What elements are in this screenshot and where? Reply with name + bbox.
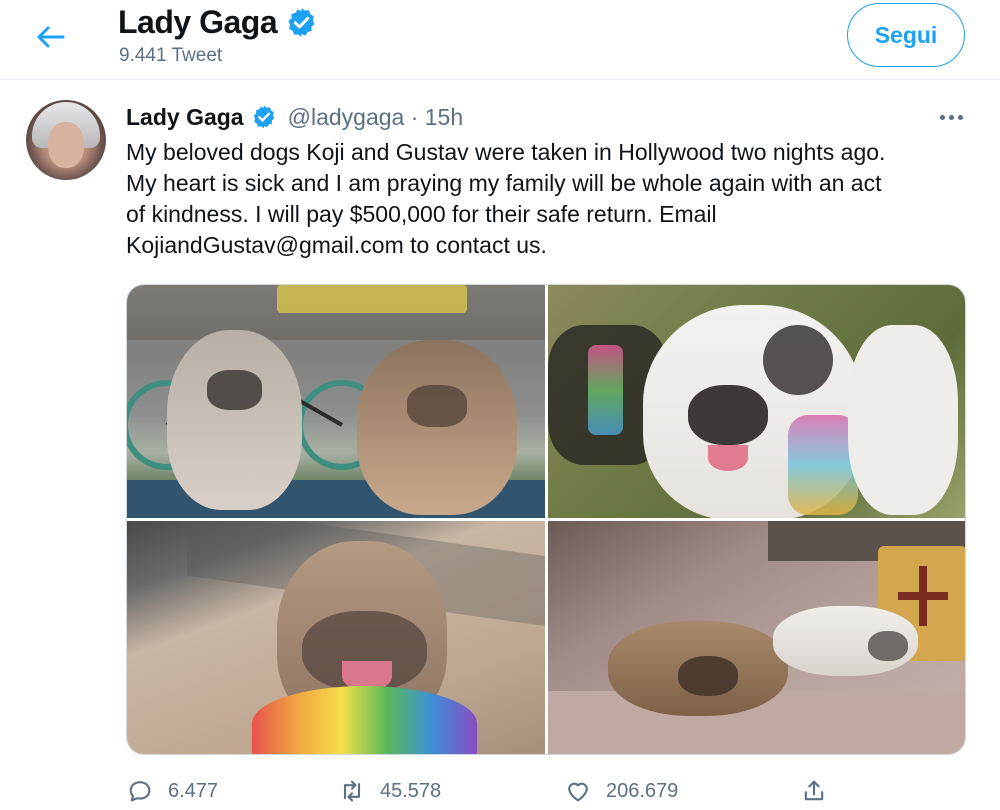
arrow-left-icon (37, 26, 65, 48)
avatar-face (48, 122, 84, 168)
tweet-text-line: My heart is sick and I am praying my fam… (126, 170, 882, 196)
tweet-photo-4[interactable] (548, 521, 965, 754)
dog-muzzle (678, 656, 738, 696)
dog-koji (167, 330, 302, 510)
reply-icon (129, 781, 151, 802)
heart-icon (568, 782, 588, 802)
dog-muzzle (868, 631, 908, 661)
tweet-media-grid (126, 284, 966, 755)
tweet-author-name[interactable]: Lady Gaga (126, 104, 244, 131)
tweet-count: 9.441 Tweet (119, 45, 223, 66)
tweet-handle-time[interactable]: @ladygaga · 15h (288, 104, 464, 131)
rainbow-bandana (252, 686, 477, 754)
like-count: 206.679 (606, 779, 679, 802)
follow-button[interactable]: Segui (847, 3, 965, 67)
retweet-button[interactable]: 45.578 (338, 773, 441, 809)
bag-shape (277, 285, 467, 313)
dog-muzzle (407, 385, 467, 427)
share-button[interactable] (800, 773, 828, 809)
harness-shape (588, 345, 623, 435)
tweet-actions: 6.477 45.578 206.679 (126, 773, 966, 809)
reply-count: 6.477 (168, 779, 219, 802)
profile-name: Lady Gaga (118, 4, 278, 40)
tweet-text-line: My beloved dogs Koji and Gustav were tak… (126, 139, 886, 165)
avatar[interactable] (26, 100, 106, 180)
verified-badge-icon (288, 8, 315, 37)
tweet-photo-3[interactable] (127, 521, 545, 754)
dog-tongue (708, 445, 748, 471)
dog-body (848, 325, 958, 515)
tweet-text: My beloved dogs Koji and Gustav were tak… (126, 137, 976, 261)
dog-muzzle (207, 370, 262, 410)
tweet-text-line: KojiandGustav@gmail.com to contact us. (126, 232, 547, 258)
tweet-photo-2[interactable] (548, 285, 965, 518)
retweet-icon (343, 780, 361, 802)
retweet-count: 45.578 (380, 779, 442, 802)
verified-badge-icon (253, 105, 274, 129)
dog-gustav (357, 340, 517, 515)
dog-eye-patch (763, 325, 833, 395)
back-button[interactable] (30, 20, 70, 54)
profile-title: Lady Gaga (118, 4, 318, 41)
tweet-text-line: of kindness. I will pay $500,000 for the… (126, 201, 717, 227)
tweet-header: Lady Gaga @ladygaga · 15h (126, 100, 463, 134)
tweet-photo-1[interactable] (127, 285, 545, 518)
share-icon (804, 780, 824, 801)
profile-header: Lady Gaga 9.441 Tweet Segui (0, 0, 1000, 80)
reply-button[interactable]: 6.477 (126, 773, 218, 809)
like-button[interactable]: 206.679 (564, 773, 678, 809)
more-dots-icon[interactable] (936, 110, 966, 124)
dog-muzzle (688, 385, 768, 445)
